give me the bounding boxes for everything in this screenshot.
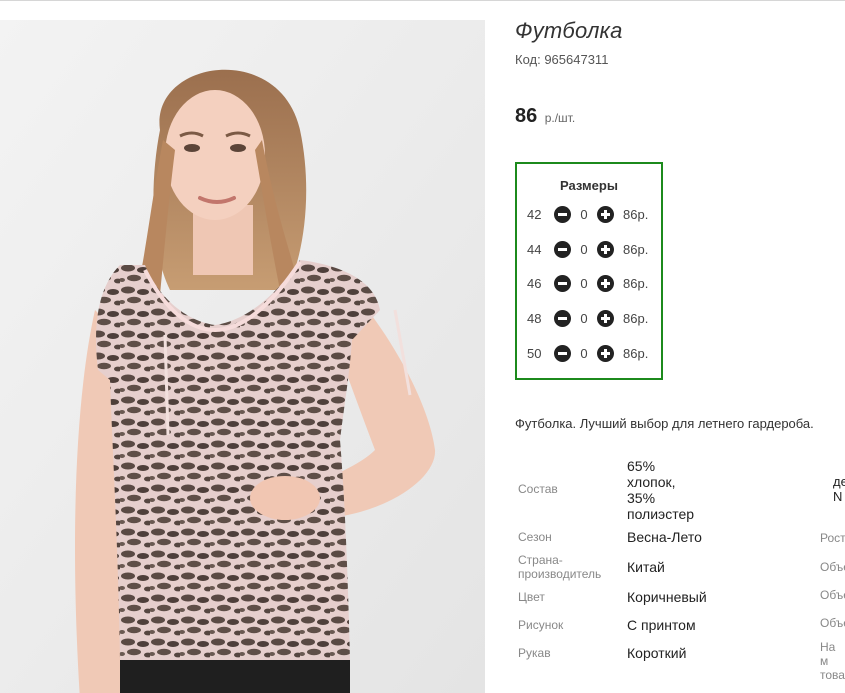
top-divider bbox=[0, 0, 845, 1]
spec-label-right-volume-3: Объе bbox=[820, 616, 845, 630]
size-price: 86р. bbox=[623, 346, 649, 361]
size-label: 48 bbox=[527, 311, 542, 326]
spec-label-sleeve: Рукав bbox=[518, 646, 551, 660]
spec-label-color: Цвет bbox=[518, 590, 545, 604]
plus-circle-icon[interactable] bbox=[597, 345, 614, 362]
spec-value-color: Коричневый bbox=[627, 589, 707, 605]
quantity-value: 0 bbox=[580, 346, 588, 361]
spec-label-right-height: Рост bbox=[820, 531, 845, 545]
minus-circle-icon[interactable] bbox=[554, 206, 571, 223]
price-unit: р./шт. bbox=[544, 111, 576, 125]
minus-circle-icon[interactable] bbox=[554, 310, 571, 327]
size-row: 50 0 86р. bbox=[517, 344, 661, 364]
minus-circle-icon[interactable] bbox=[554, 241, 571, 258]
plus-circle-icon[interactable] bbox=[597, 275, 614, 292]
sizes-title: Размеры bbox=[560, 178, 618, 193]
product-description: Футболка. Лучший выбор для летнего гарде… bbox=[515, 416, 814, 431]
spec-value-composition: 65% хлопок, 35% полиэстер bbox=[627, 458, 695, 522]
spec-value-country: Китай bbox=[627, 559, 665, 575]
price-value: 86 bbox=[515, 105, 538, 127]
quantity-value: 0 bbox=[580, 311, 588, 326]
quantity-value: 0 bbox=[580, 242, 588, 257]
size-price: 86р. bbox=[623, 207, 649, 222]
product-title: Футболка bbox=[515, 18, 623, 43]
size-label: 46 bbox=[527, 276, 542, 291]
size-row: 42 0 86р. bbox=[517, 205, 661, 225]
product-code: Код: 965647311 bbox=[515, 52, 609, 67]
plus-circle-icon[interactable] bbox=[597, 206, 614, 223]
spec-label-right-volume-1: Объе bbox=[820, 560, 845, 574]
quantity-value: 0 bbox=[580, 276, 588, 291]
size-row: 48 0 86р. bbox=[517, 309, 661, 329]
sizes-panel: Размеры 42 0 86р. 44 0 86р. 46 0 86р. 48… bbox=[515, 162, 663, 380]
size-label: 42 bbox=[527, 207, 542, 222]
spec-value-right-composition: де N bbox=[833, 474, 845, 504]
plus-circle-icon[interactable] bbox=[597, 241, 614, 258]
minus-circle-icon[interactable] bbox=[554, 275, 571, 292]
spec-value-season: Весна-Лето bbox=[627, 529, 702, 545]
plus-circle-icon[interactable] bbox=[597, 310, 614, 327]
spec-label-right-model: На м това bbox=[820, 640, 845, 682]
product-image[interactable] bbox=[0, 20, 485, 693]
size-row: 44 0 86р. bbox=[517, 240, 661, 260]
size-label: 50 bbox=[527, 346, 542, 361]
spec-label-composition: Состав bbox=[518, 482, 558, 496]
quantity-value: 0 bbox=[580, 207, 588, 222]
size-label: 44 bbox=[527, 242, 542, 257]
product-price: 86 р./шт. bbox=[515, 105, 575, 128]
spec-label-right-volume-2: Объе bbox=[820, 588, 845, 602]
spec-label-country: Страна- производитель bbox=[518, 553, 602, 581]
product-page: Футболка Код: 965647311 86 р./шт. Размер… bbox=[0, 0, 845, 693]
size-price: 86р. bbox=[623, 276, 649, 291]
spec-label-pattern: Рисунок bbox=[518, 618, 564, 632]
size-price: 86р. bbox=[623, 242, 649, 257]
spec-value-sleeve: Короткий bbox=[627, 645, 687, 661]
spec-value-pattern: С принтом bbox=[627, 617, 696, 633]
size-row: 46 0 86р. bbox=[517, 274, 661, 294]
spec-label-season: Сезон bbox=[518, 530, 552, 544]
size-price: 86р. bbox=[623, 311, 649, 326]
minus-circle-icon[interactable] bbox=[554, 345, 571, 362]
